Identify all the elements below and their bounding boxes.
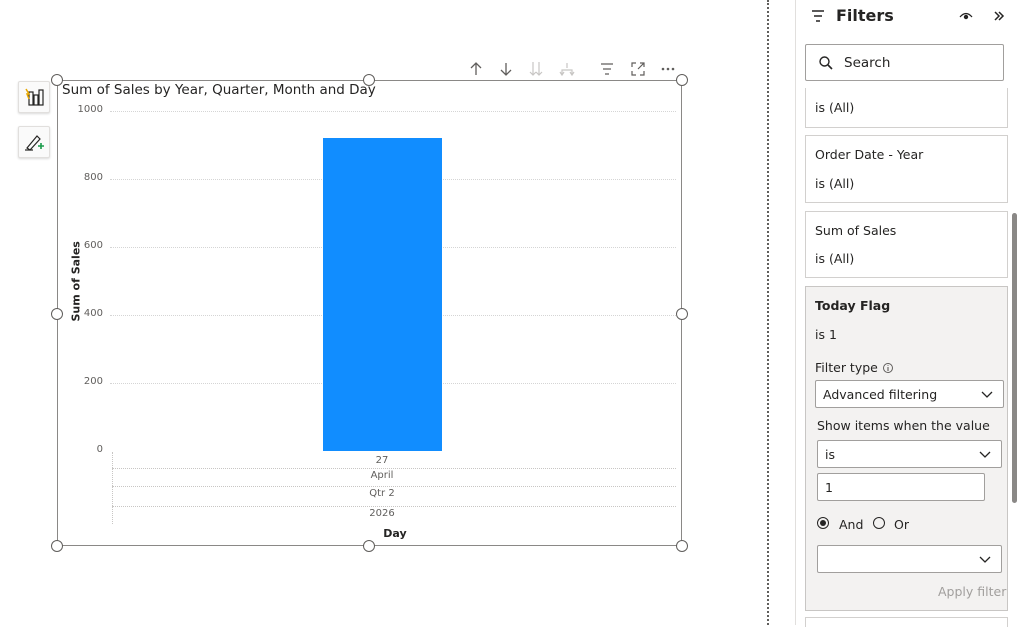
pane-divider [767,0,769,625]
filter-card-title: Order Date - Year [815,147,924,162]
or-label: Or [894,517,909,532]
y-tick-label: 200 [83,376,103,387]
filter-card[interactable] [805,617,1008,627]
more-options-icon[interactable] [659,60,677,78]
filter-card-sub: is (All) [815,176,855,191]
collapse-pane-icon[interactable] [991,8,1007,28]
build-visual-button[interactable] [18,81,50,113]
x-hierarchy-label: 2026 [369,508,395,519]
chart-title: Sum of Sales by Year, Quarter, Month and… [62,82,376,98]
apply-filter-button[interactable]: Apply filter [938,584,1006,599]
filter-card-sub: is 1 [815,327,837,342]
resize-handle[interactable] [676,74,688,86]
format-visual-icon [25,135,44,151]
filter-type-dropdown[interactable]: Advanced filtering [815,380,1004,408]
resize-handle[interactable] [676,540,688,552]
gridline [110,111,676,112]
filter-type-label: Filter type [815,360,878,375]
filter-search-input[interactable]: Search [805,44,1004,81]
search-placeholder: Search [844,55,891,71]
search-icon [819,56,833,70]
expand-hierarchy-icon[interactable] [558,60,576,78]
eye-icon[interactable] [958,8,974,28]
y-tick-label: 400 [83,308,103,319]
filter-icon[interactable] [598,60,616,78]
hierarchy-separator [112,468,676,469]
second-condition-dropdown[interactable] [817,545,1002,573]
or-radio[interactable] [873,517,885,529]
x-hierarchy-label: April [370,470,394,481]
and-label: And [839,517,864,532]
x-axis-label: Day [383,527,407,540]
resize-handle[interactable] [363,540,375,552]
condition-dropdown[interactable]: is [817,440,1002,468]
filter-card[interactable]: is (All) [805,88,1008,128]
info-icon[interactable] [882,362,894,374]
chevron-down-icon [979,556,991,563]
focus-mode-icon[interactable] [629,60,647,78]
condition-value: is [825,447,835,462]
filter-card-title: Today Flag [815,298,891,313]
arrow-up-icon[interactable] [467,60,485,78]
filter-card-sub: is (All) [815,100,855,115]
chevron-down-icon [979,451,991,458]
y-tick-label: 800 [83,172,103,183]
filter-card-today-flag[interactable]: Today Flag is 1 Filter type Advanced fil… [805,286,1008,611]
hierarchy-separator [112,506,676,507]
axis-separator [112,452,113,524]
filter-card-sub: is (All) [815,251,855,266]
x-tick-label: 27 [375,455,389,466]
y-tick-label: 600 [83,240,103,251]
scrollbar[interactable] [1012,213,1017,503]
show-items-label: Show items when the value [817,418,990,433]
double-arrow-down-icon[interactable] [527,60,545,78]
resize-handle[interactable] [676,308,688,320]
filter-card-sum-of-sales[interactable]: Sum of Sales is (All) [805,211,1008,278]
hierarchy-separator [112,486,676,487]
filters-title: Filters [836,6,894,25]
arrow-down-icon[interactable] [497,60,515,78]
filter-card-title: Sum of Sales [815,223,897,238]
format-visual-button[interactable] [18,126,50,158]
filter-type-value: Advanced filtering [823,387,938,402]
filter-card-order-date-year[interactable]: Order Date - Year is (All) [805,135,1008,203]
filter-pane-icon [810,8,826,28]
y-tick-label: 0 [96,444,103,455]
condition-value-input[interactable]: 1 [817,473,985,501]
x-hierarchy-label: Qtr 2 [369,488,395,499]
condition-input-value: 1 [825,480,833,495]
bar[interactable] [322,138,442,451]
build-visual-icon [25,88,44,106]
resize-handle[interactable] [51,308,63,320]
chevron-down-icon [981,391,993,398]
y-tick-label: 1000 [77,104,103,115]
resize-handle[interactable] [51,540,63,552]
and-radio[interactable] [817,517,829,529]
